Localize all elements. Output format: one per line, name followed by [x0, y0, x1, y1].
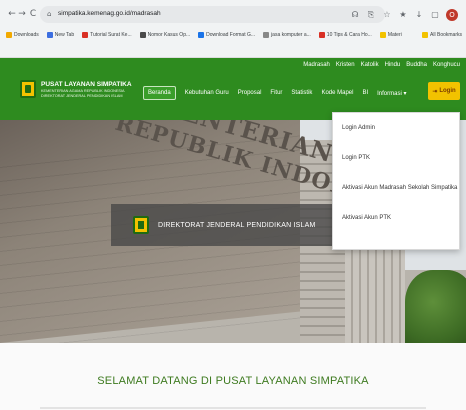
youtube-icon [82, 32, 89, 38]
login-dropdown-menu: Login Admin Login PTK Aktivasi Akun Madr… [332, 112, 460, 250]
top-links: Madrasah Kristen Katolik Hindu Buddha Ko… [303, 62, 460, 68]
extension-icon[interactable]: ★ [398, 10, 408, 20]
top-link-konghucu[interactable]: Konghucu [433, 62, 460, 68]
banner-text: DIREKTORAT JENDERAL PENDIDIKAN ISLAM [158, 221, 316, 229]
bookmark-label: Downloads [14, 32, 39, 38]
bookmark-label: Nomor Kasus Op... [147, 32, 191, 38]
bookmark-item[interactable]: Downloads [6, 32, 39, 38]
nav-beranda[interactable]: Beranda [143, 86, 176, 100]
bookmark-item[interactable]: Materi [379, 32, 402, 38]
lock-icon[interactable]: ⌂ [47, 9, 55, 19]
profile-avatar[interactable]: O [446, 9, 458, 21]
nav-bi[interactable]: BI [362, 90, 368, 96]
bookmark-item[interactable]: Tutorial Surat Ke... [82, 32, 132, 38]
favicon-icon [263, 32, 270, 38]
bookmark-label: Tutorial Surat Ke... [90, 32, 132, 38]
star-icon[interactable]: ☆ [382, 10, 392, 20]
youtube-icon [318, 32, 325, 38]
divider [40, 407, 426, 409]
bookmark-label: Download Format G... [206, 32, 256, 38]
favicon-icon [46, 32, 53, 38]
folder-icon [379, 32, 386, 38]
reload-button[interactable]: C [27, 8, 39, 20]
url-text[interactable]: simpatika.kemenag.go.id/madrasah [58, 10, 161, 17]
nav-proposal[interactable]: Proposal [238, 90, 262, 96]
address-bar[interactable]: ⌂ simpatika.kemenag.go.id/madrasah [40, 6, 385, 23]
welcome-heading: SELAMAT DATANG DI PUSAT LAYANAN SIMPATIK… [97, 375, 369, 387]
top-link-kristen[interactable]: Kristen [336, 62, 355, 68]
logo-subtitle: KEMENTERIAN AGAMA REPUBLIK INDONESIA [41, 88, 125, 93]
extension-icons: ☊ ⎘ ☆ ★ ↓ ▢ O [350, 8, 458, 22]
bookmark-item[interactable]: All Bookmarks [422, 32, 466, 38]
menu-item-aktivasi-ptk[interactable]: Aktivasi Akun PTK [342, 215, 391, 221]
menu-item-login-ptk[interactable]: Login PTK [342, 155, 370, 161]
nav-kebutuhan-guru[interactable]: Kebutuhan Guru [185, 90, 229, 96]
sidepanel-icon[interactable]: ▢ [430, 10, 440, 20]
sign-in-icon: ⇥ [432, 87, 438, 95]
favicon-icon [198, 32, 205, 38]
bookmark-item[interactable]: Download Format G... [198, 32, 255, 38]
bookmark-item[interactable]: 10 Tips & Cara Ho... [318, 32, 372, 38]
bookmark-label: All Bookmarks [430, 32, 462, 38]
menu-item-login-admin[interactable]: Login Admin [342, 125, 375, 131]
nav-fitur[interactable]: Fitur [270, 90, 282, 96]
top-link-buddha[interactable]: Buddha [406, 62, 427, 68]
menu-item-aktivasi-madrasah[interactable]: Aktivasi Akun Madrasah Sekolah Simpatika [342, 185, 457, 191]
bookmark-item[interactable]: Nomor Kasus Op... [139, 32, 191, 38]
kemenag-logo-icon [20, 80, 36, 98]
bookmark-label: 10 Tips & Cara Ho... [326, 32, 372, 38]
site-header: Madrasah Kristen Katolik Hindu Buddha Ko… [0, 58, 466, 120]
favicon-icon [139, 32, 146, 38]
browser-chrome: ← → C ⌂ simpatika.kemenag.go.id/madrasah… [0, 0, 466, 58]
logo-title: PUSAT LAYANAN SIMPATIKA [41, 80, 132, 88]
top-link-katolik[interactable]: Katolik [361, 62, 379, 68]
logo-text: PUSAT LAYANAN SIMPATIKA KEMENTERIAN AGAM… [41, 81, 132, 98]
bookmark-item[interactable]: jasa komputer a... [263, 32, 311, 38]
site-logo[interactable]: PUSAT LAYANAN SIMPATIKA KEMENTERIAN AGAM… [20, 80, 132, 98]
bookmark-item[interactable]: New Tab [46, 32, 75, 38]
logo-subtitle: DIREKTORAT JENDERAL PENDIDIKAN ISLAM [41, 93, 123, 98]
folder-icon [6, 32, 12, 38]
nav-informasi[interactable]: Informasi ▾ [377, 90, 406, 97]
login-label: Login [439, 88, 456, 94]
translate-icon[interactable]: ☊ [350, 10, 360, 20]
login-button[interactable]: ⇥ Login [428, 82, 460, 100]
share-icon[interactable]: ⎘ [366, 10, 376, 20]
top-link-hindu[interactable]: Hindu [385, 62, 401, 68]
main-nav: Beranda Kebutuhan Guru Proposal Fitur St… [143, 86, 407, 100]
bookmark-label: Materi [387, 32, 402, 38]
bookmarks-bar: Downloads New Tab Tutorial Surat Ke... N… [0, 27, 466, 43]
download-icon[interactable]: ↓ [414, 10, 424, 20]
bookmark-label: New Tab [54, 32, 75, 38]
bookmark-label: jasa komputer a... [271, 32, 311, 38]
nav-kode-mapel[interactable]: Kode Mapel [321, 90, 353, 96]
hero-banner: DIREKTORAT JENDERAL PENDIDIKAN ISLAM [111, 204, 363, 246]
main-content: SELAMAT DATANG DI PUSAT LAYANAN SIMPATIK… [0, 343, 466, 410]
top-link-madrasah[interactable]: Madrasah [303, 62, 330, 68]
kemenag-logo-icon [133, 216, 149, 234]
folder-icon [422, 32, 429, 38]
tree [405, 270, 466, 343]
nav-statistik[interactable]: Statistik [291, 90, 312, 96]
address-row: ← → C ⌂ simpatika.kemenag.go.id/madrasah… [0, 4, 466, 26]
